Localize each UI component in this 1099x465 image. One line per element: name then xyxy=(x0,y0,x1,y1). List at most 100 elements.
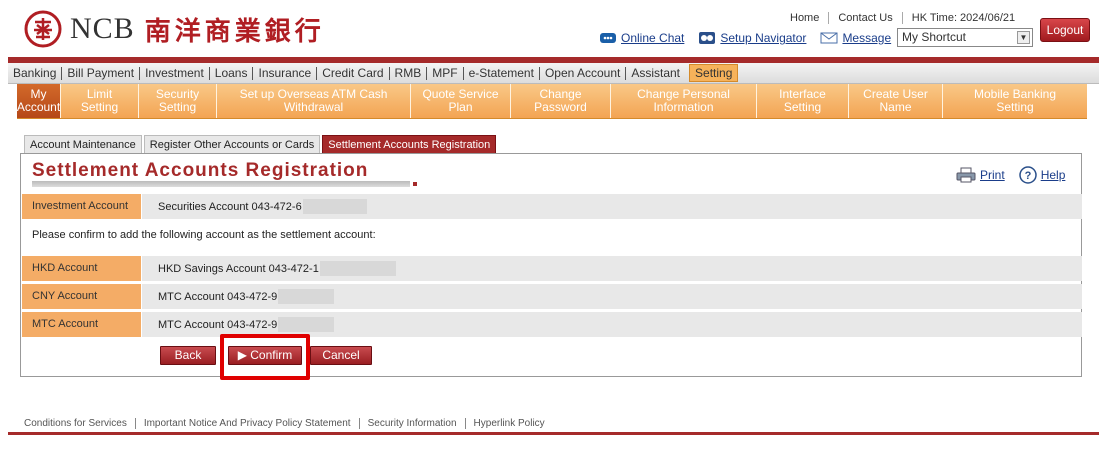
mtc-account-row: MTC Account MTC Account 043-472-9 xyxy=(22,312,1082,337)
masked-digits xyxy=(302,199,367,214)
title-underline xyxy=(32,181,410,187)
subnav-change-personal-info[interactable]: Change Personal Information xyxy=(611,84,757,118)
subnav-label-line2: Setting xyxy=(158,100,197,114)
envelope-icon xyxy=(820,32,838,44)
logout-button[interactable]: Logout xyxy=(1040,18,1090,42)
footer-privacy[interactable]: Important Notice And Privacy Policy Stat… xyxy=(134,418,359,429)
subnav-label-line2: Setting xyxy=(996,100,1034,114)
contact-link[interactable]: Contact Us xyxy=(828,12,901,24)
confirm-highlight-box xyxy=(220,334,310,380)
subnav-label-line2: Account xyxy=(16,100,61,114)
masked-digits xyxy=(319,261,396,276)
cny-account-number: MTC Account 043-472-9 xyxy=(158,290,278,303)
footer-conditions[interactable]: Conditions for Services xyxy=(24,418,135,429)
subnav-label-line1: Security xyxy=(155,87,200,101)
chat-link-text[interactable]: Online Chat xyxy=(621,31,684,45)
tab-settlement-accounts[interactable]: Settlement Accounts Registration xyxy=(322,135,497,153)
back-button[interactable]: Back xyxy=(160,346,216,365)
bank-logo[interactable]: NCB 南洋商業銀行 xyxy=(24,10,325,48)
subnav-label-line1: Mobile Banking xyxy=(973,87,1057,101)
message-link[interactable]: Message xyxy=(820,31,891,45)
nav-item-assistant[interactable]: Assistant xyxy=(625,66,685,80)
navigator-link-text[interactable]: Setup Navigator xyxy=(720,31,806,45)
chat-icon xyxy=(600,33,616,43)
brand-name: NCB xyxy=(70,12,135,45)
subnav-my-account[interactable]: My Account xyxy=(17,84,61,118)
account-tabs: Account Maintenance Register Other Accou… xyxy=(24,135,498,153)
subnav-create-user-name[interactable]: Create User Name xyxy=(849,84,943,118)
nav-item-e-statement[interactable]: e-Statement xyxy=(462,66,539,80)
top-links: Home Contact Us HK Time: 2024/06/21 xyxy=(790,12,1024,24)
online-chat-link[interactable]: Online Chat xyxy=(599,31,684,45)
settlement-panel: Settlement Accounts Registration Print ?… xyxy=(20,153,1082,377)
subnav-label-line1: My xyxy=(30,87,47,101)
nav-item-mpf[interactable]: MPF xyxy=(426,66,462,80)
cny-account-label: CNY Account xyxy=(22,284,142,309)
hk-time: HK Time: 2024/06/21 xyxy=(901,12,1024,24)
hkd-account-value: HKD Savings Account 043-472-1 xyxy=(142,261,396,276)
footer-security[interactable]: Security Information xyxy=(358,418,465,429)
footer-divider xyxy=(8,432,1099,435)
subnav-interface-setting[interactable]: Interface Setting xyxy=(757,84,849,118)
hkd-account-number: HKD Savings Account 043-472-1 xyxy=(158,262,319,275)
masked-digits xyxy=(278,317,335,332)
title-dot xyxy=(413,182,417,186)
setup-navigator-link[interactable]: Setup Navigator xyxy=(698,31,806,45)
subnav-limit-setting[interactable]: Limit Setting xyxy=(61,84,139,118)
shortcut-select[interactable]: My Shortcut ▼ xyxy=(897,28,1033,47)
printer-icon xyxy=(956,167,976,183)
subnav-security-setting[interactable]: Security Setting xyxy=(139,84,217,118)
nav-item-credit-card[interactable]: Credit Card xyxy=(316,66,388,80)
tab-register-other-accounts[interactable]: Register Other Accounts or Cards xyxy=(143,135,321,153)
header: NCB 南洋商業銀行 Home Contact Us HK Time: 2024… xyxy=(0,0,1099,58)
nav-item-rmb[interactable]: RMB xyxy=(388,66,427,80)
investment-account-row: Investment Account Securities Account 04… xyxy=(22,194,1082,219)
nav-item-loans[interactable]: Loans xyxy=(208,66,253,80)
cny-account-value: MTC Account 043-472-9 xyxy=(142,289,335,304)
footer-links: Conditions for Services Important Notice… xyxy=(24,418,553,429)
chevron-down-icon[interactable]: ▼ xyxy=(1017,31,1030,44)
home-link[interactable]: Home xyxy=(790,12,828,24)
hkd-account-label: HKD Account xyxy=(22,256,142,281)
main-nav: Banking Bill Payment Investment Loans In… xyxy=(8,63,1099,84)
subnav-label-line2: Setting xyxy=(783,100,822,114)
investment-account-label: Investment Account xyxy=(22,194,142,219)
page-title: Settlement Accounts Registration xyxy=(32,160,369,181)
subnav-overseas-atm[interactable]: Set up Overseas ATM Cash Withdrawal xyxy=(217,84,411,118)
print-help-links: Print ? Help xyxy=(956,166,1079,184)
help-link[interactable]: Help xyxy=(1041,168,1066,182)
nav-item-setting[interactable]: Setting xyxy=(689,64,739,82)
footer-hyperlink[interactable]: Hyperlink Policy xyxy=(464,418,553,429)
subnav-label-line2: Name xyxy=(879,100,912,114)
cny-account-row: CNY Account MTC Account 043-472-9 xyxy=(22,284,1082,309)
setting-subnav: My Account Limit Setting Security Setting S… xyxy=(17,84,1087,119)
subnav-mobile-banking[interactable]: Mobile Banking Setting xyxy=(943,84,1087,118)
cancel-button[interactable]: Cancel xyxy=(310,346,372,365)
nav-item-investment[interactable]: Investment xyxy=(139,66,209,80)
message-link-text[interactable]: Message xyxy=(842,31,891,45)
shortcut-value: My Shortcut xyxy=(902,30,967,44)
tab-account-maintenance[interactable]: Account Maintenance xyxy=(24,135,142,153)
subnav-label-line2: Withdrawal xyxy=(283,100,344,114)
investment-account-number: Securities Account 043-472-6 xyxy=(158,200,302,213)
print-link[interactable]: Print xyxy=(980,168,1005,182)
nav-item-open-account[interactable]: Open Account xyxy=(538,66,625,80)
subnav-label-line1: Interface xyxy=(779,87,826,101)
subnav-label-line1: Change xyxy=(539,87,582,101)
brand-chinese-name: 南洋商業銀行 xyxy=(144,16,325,47)
subnav-label-line1: Set up Overseas ATM Cash xyxy=(239,87,388,101)
subnav-change-password[interactable]: Change Password xyxy=(511,84,611,118)
subnav-quote-service[interactable]: Quote Service Plan xyxy=(411,84,511,118)
header-tools: Online Chat Setup Navigator Message xyxy=(599,31,905,45)
subnav-label-line1: Quote Service xyxy=(422,87,499,101)
navigator-icon xyxy=(699,32,716,44)
nav-item-banking[interactable]: Banking xyxy=(8,66,61,80)
ncb-emblem-icon xyxy=(24,10,62,48)
nav-item-insurance[interactable]: Insurance xyxy=(252,66,316,80)
help-icon: ? xyxy=(1018,166,1037,184)
svg-text:?: ? xyxy=(1024,170,1031,182)
nav-item-bill-payment[interactable]: Bill Payment xyxy=(61,66,139,80)
mtc-account-value: MTC Account 043-472-9 xyxy=(142,317,335,332)
subnav-label-line1: Create User xyxy=(863,87,928,101)
mtc-account-number: MTC Account 043-472-9 xyxy=(158,318,278,331)
